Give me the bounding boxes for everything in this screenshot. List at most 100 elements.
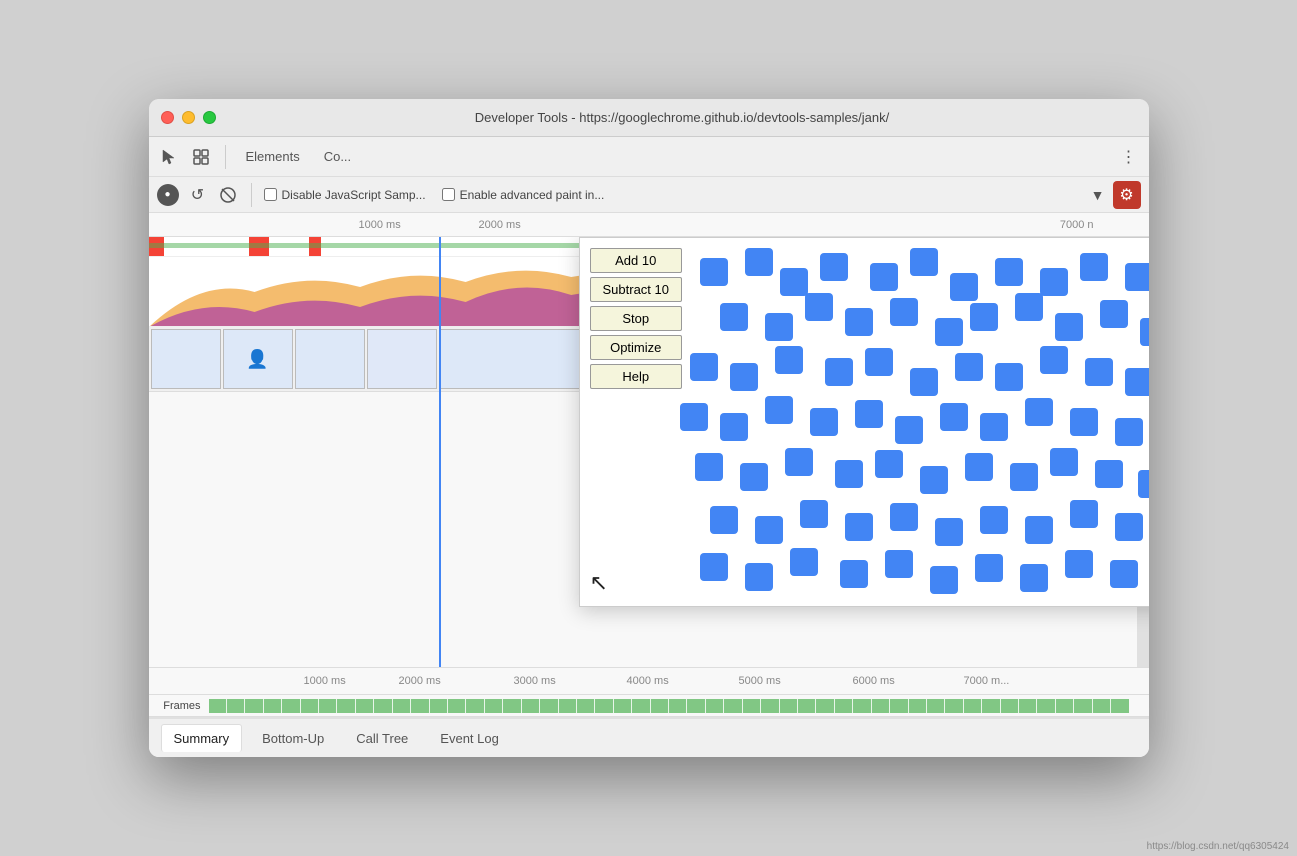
- close-button[interactable]: [161, 111, 174, 124]
- window-title: Developer Tools - https://googlechrome.g…: [228, 110, 1137, 125]
- blue-box: [1140, 318, 1149, 346]
- frame-tick: [816, 699, 833, 713]
- blue-box: [855, 400, 883, 428]
- inspect-icon[interactable]: [189, 145, 213, 169]
- frame-tick: [337, 699, 354, 713]
- tab-elements[interactable]: Elements: [238, 145, 308, 168]
- frame-tick: [1019, 699, 1036, 713]
- blue-box: [1070, 408, 1098, 436]
- frame-tick: [227, 699, 244, 713]
- frame-tick: [1037, 699, 1054, 713]
- frame-tick: [743, 699, 760, 713]
- blue-box: [1080, 253, 1108, 281]
- frame-tick: [522, 699, 539, 713]
- timeline-tracks[interactable]: 👤 FPS CPU NET: [149, 237, 1149, 667]
- screenshot-1: [151, 329, 221, 389]
- frame-tick: [1056, 699, 1073, 713]
- timeline-cursor: [439, 237, 441, 667]
- frame-tick: [945, 699, 962, 713]
- disable-js-samples-label[interactable]: Disable JavaScript Samp...: [264, 188, 426, 202]
- ruler-bottom-2000: 2000 ms: [399, 675, 441, 687]
- more-icon[interactable]: ⋮: [1117, 145, 1141, 169]
- blue-box: [845, 308, 873, 336]
- blue-box: [1095, 460, 1123, 488]
- blue-box: [980, 506, 1008, 534]
- maximize-button[interactable]: [203, 111, 216, 124]
- blue-box: [845, 513, 873, 541]
- tab-call-tree[interactable]: Call Tree: [344, 725, 420, 752]
- ruler-bottom-1000: 1000 ms: [304, 675, 346, 687]
- blue-box: [805, 293, 833, 321]
- tab-event-log[interactable]: Event Log: [428, 725, 511, 752]
- frame-tick: [245, 699, 262, 713]
- frame-tick: [411, 699, 428, 713]
- blue-box: [790, 548, 818, 576]
- frame-tick: [282, 699, 299, 713]
- blue-box: [700, 553, 728, 581]
- reload-button[interactable]: ↺: [187, 184, 209, 206]
- blue-box: [800, 500, 828, 528]
- blue-box: [920, 466, 948, 494]
- blue-box: [680, 403, 708, 431]
- tab-console[interactable]: Co...: [316, 145, 359, 168]
- blue-box: [910, 368, 938, 396]
- toolbar-divider: [225, 145, 226, 169]
- browser-window: Developer Tools - https://googlechrome.g…: [149, 99, 1149, 757]
- frame-tick: [669, 699, 686, 713]
- blue-box: [895, 416, 923, 444]
- stop-button[interactable]: Stop: [590, 306, 683, 331]
- disable-js-samples-text: Disable JavaScript Samp...: [282, 188, 426, 202]
- settings-button[interactable]: ⚙: [1113, 181, 1141, 209]
- blue-box: [1138, 470, 1149, 498]
- frame-tick: [909, 699, 926, 713]
- blue-box: [785, 448, 813, 476]
- blue-box: [970, 303, 998, 331]
- help-button[interactable]: Help: [590, 364, 683, 389]
- frame-tick: [872, 699, 889, 713]
- frame-tick: [964, 699, 981, 713]
- perf-toolbar: ● ↺ Disable JavaScript Samp... Enable ad…: [149, 177, 1149, 213]
- frames-row: Frames: [149, 695, 1149, 717]
- record-button[interactable]: ●: [157, 184, 179, 206]
- blue-box: [1040, 268, 1068, 296]
- blue-box: [1100, 300, 1128, 328]
- frame-tick: [687, 699, 704, 713]
- frame-tick: [540, 699, 557, 713]
- blue-box: [1065, 550, 1093, 578]
- frame-tick: [319, 699, 336, 713]
- traffic-lights: [161, 111, 216, 124]
- frame-tick: [632, 699, 649, 713]
- screenshot-4: [367, 329, 437, 389]
- webpage-overlay: Add 10 Subtract 10 Stop Optimize Help: [579, 237, 1149, 607]
- screenshot-2: 👤: [223, 329, 293, 389]
- frame-tick: [430, 699, 447, 713]
- frame-tick: [651, 699, 668, 713]
- frames-bar: [209, 699, 1129, 713]
- cursor-icon[interactable]: [157, 145, 181, 169]
- ruler-bottom-7000: 7000 m...: [964, 675, 1010, 687]
- ruler-end: 7000 n: [1060, 219, 1094, 231]
- webpage-buttons: Add 10 Subtract 10 Stop Optimize Help: [590, 248, 683, 389]
- subtract-10-button[interactable]: Subtract 10: [590, 277, 683, 302]
- frame-tick: [356, 699, 373, 713]
- minimize-button[interactable]: [182, 111, 195, 124]
- blue-box: [700, 258, 728, 286]
- blue-box: [1070, 500, 1098, 528]
- frame-tick: [853, 699, 870, 713]
- tab-bottom-up[interactable]: Bottom-Up: [250, 725, 336, 752]
- devtools-panel: Elements Co... ⋮ ● ↺ Disable JavaScript …: [149, 137, 1149, 757]
- blue-box: [755, 516, 783, 544]
- enable-paint-label[interactable]: Enable advanced paint in...: [442, 188, 605, 202]
- tab-summary[interactable]: Summary: [161, 724, 243, 752]
- blue-box: [745, 248, 773, 276]
- frame-tick: [1074, 699, 1091, 713]
- optimize-button[interactable]: Optimize: [590, 335, 683, 360]
- add-10-button[interactable]: Add 10: [590, 248, 683, 273]
- enable-paint-checkbox[interactable]: [442, 188, 455, 201]
- dropdown-arrow[interactable]: ▼: [1091, 187, 1105, 203]
- clear-button[interactable]: [217, 184, 239, 206]
- blue-box: [720, 303, 748, 331]
- blue-box: [1055, 313, 1083, 341]
- disable-js-samples-checkbox[interactable]: [264, 188, 277, 201]
- ruler-2000: 2000 ms: [479, 219, 521, 231]
